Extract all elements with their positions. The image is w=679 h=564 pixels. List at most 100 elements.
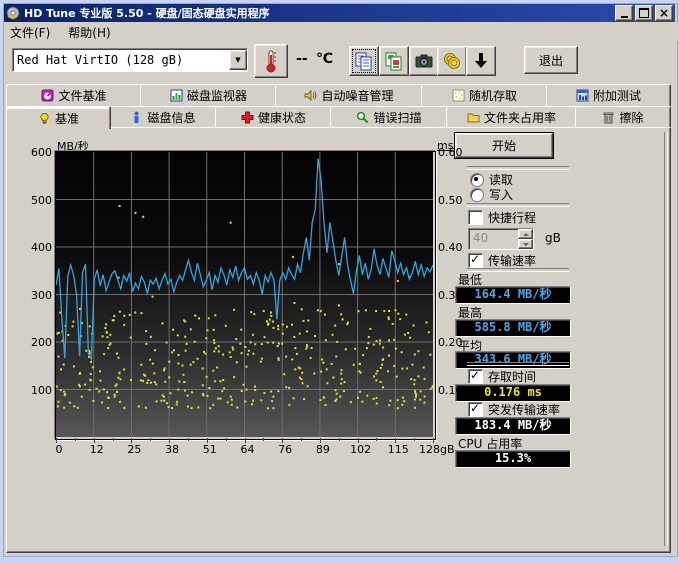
checkbox-burst-rate[interactable]: ✓ 突发传输速率 <box>468 401 560 418</box>
tab-error-scan[interactable]: 错误扫描 <box>330 106 448 128</box>
tick-label: 51 <box>193 443 227 456</box>
benchmark-chart <box>55 151 436 440</box>
capacity-spinner[interactable]: 40 <box>468 228 534 250</box>
scan-icon <box>356 111 369 124</box>
access-time-value: 0.176 ms <box>455 384 571 402</box>
speaker-icon <box>304 89 317 102</box>
max-value: 585.8 MB/秒 <box>455 319 571 337</box>
x-tick-mark <box>188 438 189 441</box>
menu-help[interactable]: 帮助(H) <box>68 24 110 41</box>
tick-label: 12 <box>80 443 114 456</box>
radio-write[interactable]: 写入 <box>470 186 513 203</box>
extra-tests-icon <box>576 89 589 102</box>
drive-select-value: Red Hat VirtIO (128 gB) <box>13 53 229 67</box>
tick-label: 0.40 <box>438 241 463 254</box>
cpu-value: 15.3% <box>455 450 571 468</box>
copy-text-button[interactable] <box>349 46 379 76</box>
x-tick-mark <box>56 438 57 443</box>
burst-rate-value: 183.4 MB/秒 <box>455 417 571 435</box>
drive-select[interactable]: Red Hat VirtIO (128 gB) ▼ <box>12 48 248 72</box>
x-tick-mark <box>150 438 151 441</box>
tick-label: 0.30 <box>438 289 463 302</box>
x-tick-mark <box>301 438 302 441</box>
erase-icon <box>602 111 615 124</box>
tick-label: 128gB <box>419 443 453 456</box>
bulb-icon <box>38 112 51 125</box>
tick-label: 600 <box>24 146 52 159</box>
x-tick-mark <box>94 438 95 443</box>
tick-label: 89 <box>306 443 340 456</box>
save-button[interactable] <box>466 46 496 76</box>
spinner-up-button[interactable] <box>518 229 533 239</box>
bars-icon <box>170 89 183 102</box>
health-icon <box>241 111 254 124</box>
x-tick-mark <box>263 438 264 441</box>
checkbox-transfer-rate[interactable]: ✓ 传输速率 <box>468 252 536 269</box>
radio-write-circle <box>470 188 484 202</box>
x-tick-mark <box>433 438 434 443</box>
checkbox-short-stroke[interactable]: ✓ 快捷行程 <box>468 209 536 226</box>
tab-folder-usage[interactable]: 文件夹占用率 <box>446 106 577 128</box>
radio-read-circle <box>470 173 484 187</box>
copy-image-button[interactable] <box>379 46 409 76</box>
menu-file[interactable]: 文件(F) <box>10 24 50 41</box>
tick-label: 64 <box>231 443 265 456</box>
tab-file-benchmark[interactable]: 文件基准 <box>6 84 142 106</box>
exit-button[interactable]: 退出 <box>524 46 578 74</box>
temperature-unit: ℃ <box>316 51 333 67</box>
thermometer-icon <box>264 49 278 73</box>
donate-button[interactable] <box>437 46 467 76</box>
x-tick-mark <box>339 438 340 441</box>
tick-label: 300 <box>24 289 52 302</box>
x-tick-mark <box>376 438 377 441</box>
temperature-value: -- <box>296 51 308 67</box>
spinner-down-button[interactable] <box>518 239 533 249</box>
gauge-icon <box>41 89 54 102</box>
tab-disk-monitor[interactable]: 磁盘监视器 <box>140 84 277 106</box>
short-stroke-checkbox: ✓ <box>468 210 483 225</box>
x-tick-mark <box>320 438 321 443</box>
tick-label: 25 <box>117 443 151 456</box>
folder-icon <box>467 111 480 124</box>
x-tick-mark <box>75 438 76 441</box>
tab-erase[interactable]: 擦除 <box>575 106 671 128</box>
toolbar: Red Hat VirtIO (128 gB) ▼ -- ℃ 退出 <box>4 41 675 82</box>
checkbox-access-time[interactable]: ✓ 存取时间 <box>468 368 536 385</box>
burst-rate-checkbox: ✓ <box>468 402 483 417</box>
tick-label: 102 <box>344 443 378 456</box>
tab-extra-tests[interactable]: 附加测试 <box>546 84 671 106</box>
tab-benchmark[interactable]: 基准 <box>6 106 111 129</box>
window-title: HD Tune 专业版 5.50 - 硬盘/固态硬盘实用程序 <box>24 5 613 21</box>
maximize-button[interactable] <box>635 5 653 21</box>
coins-icon <box>442 51 462 71</box>
separator <box>467 203 569 207</box>
avg-value: 343.6 MB/秒 <box>455 351 571 369</box>
tick-label: 0.20 <box>438 336 463 349</box>
close-button[interactable]: × <box>655 5 673 21</box>
titlebar: HD Tune 专业版 5.50 - 硬盘/固态硬盘实用程序 × <box>4 4 675 22</box>
tab-acoustic-management[interactable]: 自动噪音管理 <box>275 84 423 106</box>
separator <box>467 166 569 170</box>
x-tick-mark <box>169 438 170 443</box>
minimize-button[interactable] <box>615 5 633 21</box>
screenshot-button[interactable] <box>409 46 439 76</box>
app-icon <box>6 6 20 20</box>
capacity-value: 40 <box>469 229 518 249</box>
save-down-icon <box>471 51 491 71</box>
menubar: 文件(F) 帮助(H) <box>4 23 679 41</box>
tab-random-access[interactable]: 随机存取 <box>421 84 548 106</box>
tab-health[interactable]: 健康状态 <box>215 106 332 128</box>
copy-image-icon <box>384 51 404 71</box>
thermometer-button[interactable] <box>254 44 288 78</box>
close-icon: × <box>659 8 669 18</box>
chevron-down-icon[interactable]: ▼ <box>229 50 247 70</box>
start-button[interactable]: 开始 <box>455 133 553 158</box>
x-tick-mark <box>245 438 246 443</box>
panel-divider <box>664 132 668 546</box>
x-tick-mark <box>113 438 114 441</box>
separator <box>467 268 569 272</box>
tick-label: 0.50 <box>438 194 463 207</box>
tab-disk-info[interactable]: 磁盘信息 <box>109 106 217 128</box>
access-time-checkbox: ✓ <box>468 369 483 384</box>
tick-label: 500 <box>24 194 52 207</box>
